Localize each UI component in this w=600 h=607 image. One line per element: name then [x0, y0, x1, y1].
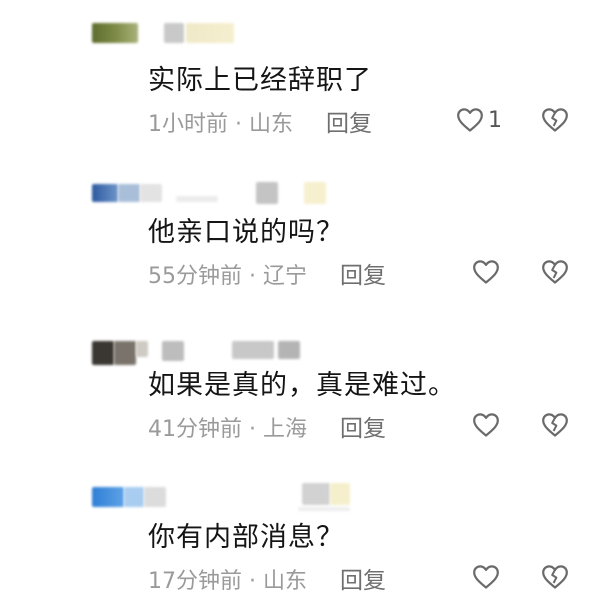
reply-button[interactable]: 回复 — [340, 256, 386, 290]
comment-item: 你有内部消息？ 17分钟前 · 山东 回复 — [0, 457, 600, 607]
blurred-username — [92, 18, 392, 48]
comment-text: 你有内部消息？ — [148, 522, 344, 553]
broken-heart-icon — [541, 564, 569, 590]
dislike-button[interactable] — [540, 408, 570, 442]
heart-outline-icon — [472, 259, 500, 285]
comment-location: 上海 — [263, 417, 308, 442]
blurred-username — [92, 323, 392, 365]
broken-heart-icon — [541, 107, 569, 133]
dislike-button[interactable] — [540, 255, 570, 289]
comment-time: 55分钟前 — [148, 264, 242, 289]
heart-outline-icon — [472, 412, 500, 438]
reply-button[interactable]: 回复 — [326, 104, 372, 138]
like-button[interactable] — [472, 255, 504, 289]
comment-meta: 1小时前 · 山东 — [148, 106, 293, 138]
reply-button[interactable]: 回复 — [340, 409, 386, 443]
comment-location: 辽宁 — [263, 264, 308, 289]
comment-meta: 41分钟前 · 上海 — [148, 411, 307, 443]
comment-time: 41分钟前 — [148, 417, 242, 442]
like-button[interactable]: 1 — [456, 103, 502, 137]
comment-item: 他亲口说的吗？ 55分钟前 · 辽宁 回复 — [0, 152, 600, 302]
comment-text: 他亲口说的吗？ — [148, 217, 344, 248]
meta-separator: · — [249, 569, 263, 594]
meta-separator: · — [249, 417, 263, 442]
comment-meta: 17分钟前 · 山东 — [148, 563, 307, 595]
like-count: 1 — [488, 107, 502, 133]
meta-separator: · — [249, 264, 263, 289]
comment-time: 17分钟前 — [148, 569, 242, 594]
comment-text: 如果是真的，真是难过。 — [148, 370, 456, 401]
comment-time: 1小时前 — [148, 112, 228, 137]
heart-outline-icon — [456, 107, 484, 133]
blurred-username — [92, 475, 392, 511]
broken-heart-icon — [541, 412, 569, 438]
comment-location: 山东 — [249, 112, 294, 137]
comment-text: 实际上已经辞职了 — [148, 65, 372, 96]
like-button[interactable] — [472, 408, 504, 442]
blurred-username — [92, 170, 392, 204]
comment-meta: 55分钟前 · 辽宁 — [148, 258, 307, 290]
reply-button[interactable]: 回复 — [340, 561, 386, 595]
comment-location: 山东 — [263, 569, 308, 594]
heart-outline-icon — [472, 564, 500, 590]
comment-item: 如果是真的，真是难过。 41分钟前 · 上海 回复 — [0, 305, 600, 455]
dislike-button[interactable] — [540, 103, 570, 137]
meta-separator: · — [235, 112, 249, 137]
comment-item: 实际上已经辞职了 1小时前 · 山东 回复 1 — [0, 0, 600, 150]
like-button[interactable] — [472, 560, 504, 594]
dislike-button[interactable] — [540, 560, 570, 594]
broken-heart-icon — [541, 259, 569, 285]
